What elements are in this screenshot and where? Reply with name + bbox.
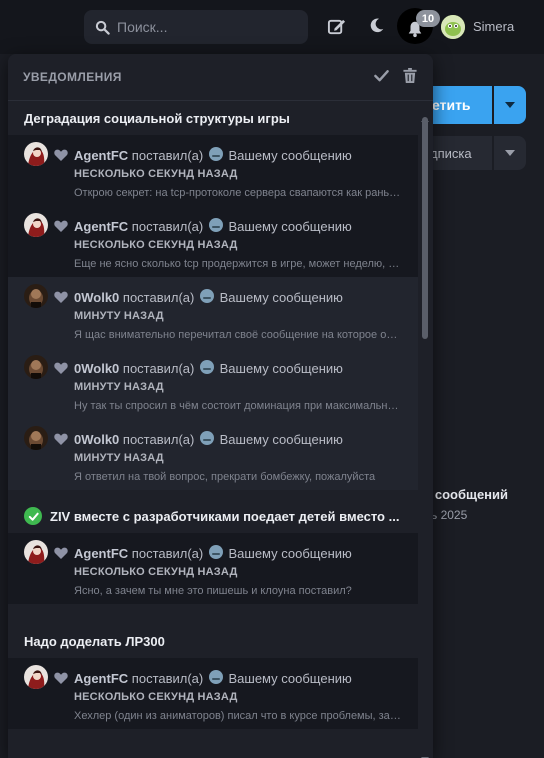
trash-icon[interactable] <box>403 68 417 83</box>
avatar[interactable] <box>24 284 48 308</box>
heart-icon <box>54 290 68 308</box>
notification-list: Деградация социальной структуры игры Age… <box>8 101 418 729</box>
notification-time: НЕСКОЛЬКО СЕКУНД НАЗАД <box>74 566 238 578</box>
notification-item[interactable]: AgentFC поставил(а) Вашему сообщению НЕС… <box>8 658 418 729</box>
thread-title[interactable]: ZIV вместе с разработчиками поедает дете… <box>8 499 418 533</box>
thread-title[interactable]: Надо доделать ЛР300 <box>8 624 418 658</box>
edit-icon[interactable] <box>327 17 346 36</box>
reaction-emoji-icon <box>199 360 214 374</box>
moon-icon[interactable] <box>368 17 385 34</box>
notification-item[interactable]: AgentFC поставил(а) Вашему сообщению НЕС… <box>8 135 418 206</box>
notification-time: МИНУТУ НАЗАД <box>74 452 164 464</box>
dropdown-title: УВЕДОМЛЕНИЯ <box>23 70 122 84</box>
user-link[interactable]: 0Wolk0 <box>74 290 119 305</box>
user-link[interactable]: AgentFC <box>74 671 128 686</box>
avatar[interactable] <box>24 540 48 564</box>
message-excerpt: Я щас внимательно перечитал своё сообщен… <box>74 329 402 341</box>
reply-button[interactable]: етить <box>424 86 492 124</box>
notification-time: МИНУТУ НАЗАД <box>74 310 164 322</box>
notification-time: НЕСКОЛЬКО СЕКУНД НАЗАД <box>74 168 238 180</box>
chevron-down-icon <box>505 102 515 108</box>
reaction-emoji-icon <box>208 218 223 232</box>
check-icon[interactable] <box>374 68 389 83</box>
heart-icon <box>54 148 68 166</box>
avatar[interactable] <box>24 426 48 450</box>
username[interactable]: Simera <box>473 19 514 34</box>
top-bar: 10 Simera <box>0 0 544 54</box>
reaction-emoji-icon <box>208 147 223 161</box>
notification-time: МИНУТУ НАЗАД <box>74 381 164 393</box>
notification-item[interactable]: 0Wolk0 поставил(а) Вашему сообщению МИНУ… <box>8 277 418 348</box>
message-excerpt: Еще не ясно сколько tcp продержится в иг… <box>74 258 402 270</box>
message-excerpt: Хехлер (один из аниматоров) писал что в … <box>74 710 402 722</box>
avatar[interactable] <box>24 355 48 379</box>
avatar[interactable] <box>24 142 48 166</box>
notification-count-badge: 10 <box>416 10 440 27</box>
avatar[interactable] <box>24 665 48 689</box>
message-excerpt: Ясно, а зачем ты мне это пишешь и клоуна… <box>74 585 352 597</box>
reaction-emoji-icon <box>199 431 214 445</box>
heart-icon <box>54 432 68 450</box>
heart-icon <box>54 671 68 689</box>
notification-item[interactable]: AgentFC поставил(а) Вашему сообщению НЕС… <box>8 206 418 277</box>
user-link[interactable]: AgentFC <box>74 546 128 561</box>
subscribe-button[interactable]: дписка <box>424 136 492 170</box>
scrollbar-thumb[interactable] <box>422 117 428 339</box>
search-box[interactable] <box>84 10 308 44</box>
notification-time: НЕСКОЛЬКО СЕКУНД НАЗАД <box>74 691 238 703</box>
dropdown-header: УВЕДОМЛЕНИЯ <box>8 54 433 101</box>
notifications-dropdown: УВЕДОМЛЕНИЯ Деградация социальной структ… <box>8 54 433 758</box>
user-link[interactable]: 0Wolk0 <box>74 361 119 376</box>
solved-check-icon <box>24 507 42 525</box>
messages-count: 3 сообщений <box>424 487 509 502</box>
scrollbar[interactable] <box>419 109 431 758</box>
user-link[interactable]: 0Wolk0 <box>74 432 119 447</box>
notification-time: НЕСКОЛЬКО СЕКУНД НАЗАД <box>74 239 238 251</box>
search-input[interactable] <box>117 19 297 35</box>
reaction-emoji-icon <box>208 670 223 684</box>
heart-icon <box>54 219 68 237</box>
message-excerpt: Я ответил на твой вопрос, прекрати бомбе… <box>74 471 376 483</box>
heart-icon <box>54 361 68 379</box>
avatar[interactable] <box>441 15 465 39</box>
chevron-down-icon <box>505 150 515 156</box>
heart-icon <box>54 546 68 564</box>
reply-options-button[interactable] <box>494 86 526 124</box>
reaction-emoji-icon <box>199 289 214 303</box>
notification-item[interactable]: 0Wolk0 поставил(а) Вашему сообщению МИНУ… <box>8 419 418 490</box>
avatar[interactable] <box>24 213 48 237</box>
search-icon <box>95 20 110 35</box>
reaction-emoji-icon <box>208 545 223 559</box>
notification-item[interactable]: AgentFC поставил(а) Вашему сообщению НЕС… <box>8 533 418 604</box>
scroll-down-icon[interactable] <box>421 749 429 758</box>
thread-title[interactable]: Деградация социальной структуры игры <box>8 101 418 135</box>
user-link[interactable]: AgentFC <box>74 148 128 163</box>
notification-item[interactable]: 0Wolk0 поставил(а) Вашему сообщению МИНУ… <box>8 348 418 419</box>
message-excerpt: Ну так ты спросил в чём состоит доминаци… <box>74 400 402 412</box>
message-excerpt: Открою секрет: на tcp-протоколе сервера … <box>74 187 402 199</box>
subscribe-options-button[interactable] <box>494 136 526 170</box>
user-link[interactable]: AgentFC <box>74 219 128 234</box>
